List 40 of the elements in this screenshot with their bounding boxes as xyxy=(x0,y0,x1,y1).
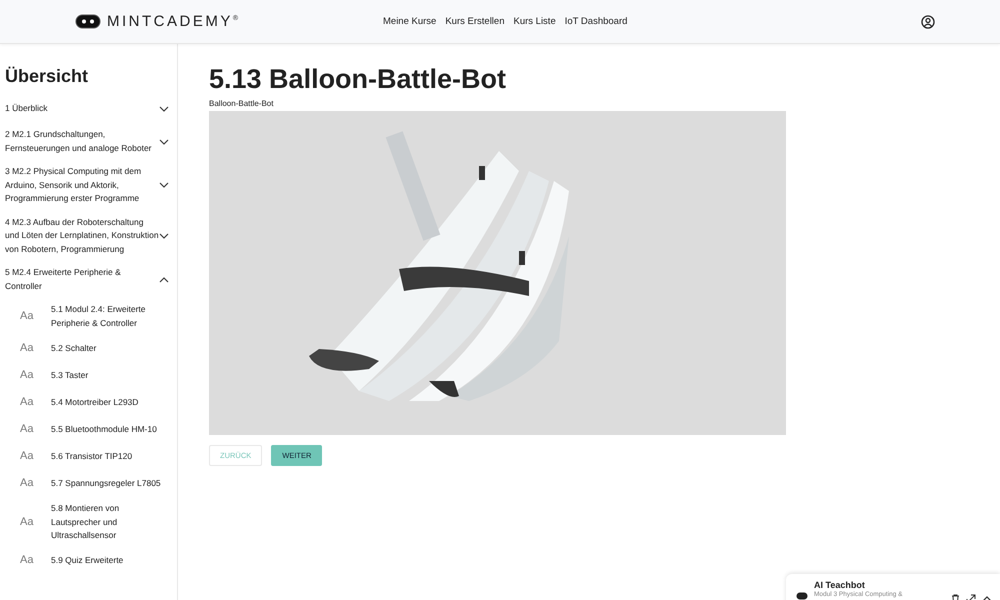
page-title: 5.13 Balloon-Battle-Bot xyxy=(209,64,508,95)
user-icon[interactable] xyxy=(921,14,935,28)
bot-icon xyxy=(796,592,808,600)
lesson-item[interactable]: 5.3 Taster xyxy=(51,368,88,382)
chevron-icon[interactable] xyxy=(159,182,169,188)
lesson-item[interactable]: 5.2 Schalter xyxy=(51,342,96,356)
nav-link[interactable]: Meine Kurse xyxy=(383,16,436,27)
text-lesson-icon: Aa xyxy=(5,396,51,410)
text-lesson-icon: Aa xyxy=(5,450,51,464)
nav-link[interactable]: IoT Dashboard xyxy=(564,16,628,27)
text-lesson-icon: Aa xyxy=(5,368,51,382)
model-caption: Balloon-Battle-Bot xyxy=(209,99,274,108)
robot-face-icon xyxy=(75,14,101,29)
text-lesson-icon: Aa xyxy=(5,554,51,568)
chevron-icon[interactable] xyxy=(159,276,169,282)
text-lesson-icon: Aa xyxy=(5,422,51,436)
nav-link[interactable]: Kurs Erstellen xyxy=(445,16,504,27)
text-lesson-icon: Aa xyxy=(5,310,51,324)
lesson-item[interactable]: 5.9 Quiz Erweiterte xyxy=(51,554,124,568)
section-item[interactable]: 4 M2.3 Aufbau der Roboterschaltung und Löten der Lernplatinen, Konstruktion von Robotern, Programmierung xyxy=(5,216,159,256)
lesson-item[interactable]: 5.7 Spannungsregeler L7805 xyxy=(51,476,161,490)
lesson-item[interactable]: 5.1 Modul 2.4: Erweiterte Peripherie & Controller xyxy=(51,303,161,330)
chevron-icon[interactable] xyxy=(159,232,169,239)
nav-link[interactable]: Kurs Liste xyxy=(513,16,556,27)
section-item[interactable]: 5 M2.4 Erweiterte Peripherie & Controller xyxy=(5,266,159,293)
text-lesson-icon: Aa xyxy=(5,516,51,529)
chevron-icon[interactable] xyxy=(159,138,169,144)
lesson-item[interactable]: 5.5 Bluetoothmodule HM-10 xyxy=(51,422,157,436)
lesson-item[interactable]: 5.6 Transistor TIP120 xyxy=(51,450,132,464)
lesson-item[interactable]: 5.8 Montieren von Lautsprecher und Ultraschallsensor xyxy=(51,502,161,542)
section-item[interactable]: 2 M2.1 Grundschaltungen, Fernsteuerungen und analoge Roboter xyxy=(5,128,159,155)
section-item[interactable]: 1 Überblick xyxy=(5,102,48,116)
lesson-item[interactable]: 5.4 Motortreiber L293D xyxy=(51,396,138,410)
logo-text: MINTCADEMY$^{®}$ xyxy=(107,13,241,30)
chat-title: AI Teachbot xyxy=(814,580,866,590)
chevron-icon[interactable] xyxy=(159,106,169,112)
sidebar-title: Übersicht xyxy=(5,66,90,87)
section-item[interactable]: 3 M2.2 Physical Computing mit dem Arduino, Sensorik und Aktorik, Programmierung erster Programme xyxy=(5,165,159,206)
text-lesson-icon: Aa xyxy=(5,342,51,356)
text-lesson-icon: Aa xyxy=(5,476,51,490)
